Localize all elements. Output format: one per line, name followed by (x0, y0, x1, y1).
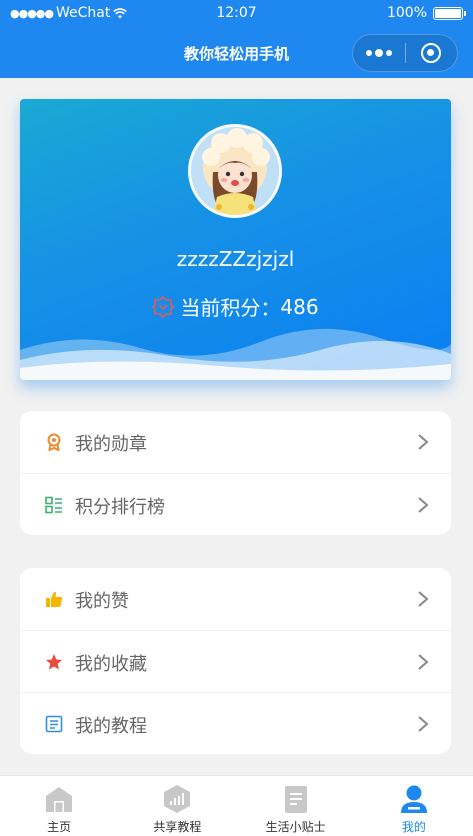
chevron-right-icon (418, 591, 429, 607)
tips-icon (284, 786, 307, 813)
tab-label: 我的 (401, 820, 426, 834)
star-icon (46, 654, 62, 670)
points-badge-icon (152, 295, 175, 318)
avatar[interactable] (188, 124, 282, 218)
profile-card: zzzzZZzjzjzl 当前积分： 486 (20, 99, 451, 380)
tab-label: 生活小贴士 (265, 820, 326, 834)
tab-life-tips[interactable]: 生活小贴士 (237, 776, 355, 836)
medal-icon (47, 433, 61, 451)
more-dot-icon (386, 50, 392, 56)
chevron-right-icon (418, 654, 429, 670)
tab-home[interactable]: 主页 (0, 776, 118, 836)
navigation-bar: 教你轻松用手机 (0, 28, 473, 78)
chevron-right-icon (418, 497, 429, 513)
username: zzzzZZzjzjzl (176, 247, 295, 271)
menu-item-label: 我的赞 (75, 591, 129, 612)
menu-item-label: 积分排行榜 (75, 497, 165, 518)
profile-icon (400, 785, 427, 813)
menu-item-my-likes[interactable]: 我的赞 (20, 568, 451, 630)
tab-shared-tutorials[interactable]: 共享教程 (118, 776, 236, 836)
menu-item-points-ranking[interactable]: 积分排行榜 (20, 473, 451, 535)
menu-group-personal: 我的赞 我的收藏 我的教程 (20, 568, 451, 754)
status-bar: ●●●●● WeChat 12:07 100% (0, 0, 473, 28)
more-options-button[interactable] (353, 49, 405, 57)
share-tutorial-icon (164, 785, 191, 813)
tab-label: 主页 (47, 820, 72, 834)
avatar-illustration (191, 127, 279, 215)
close-mini-program-button[interactable] (406, 43, 457, 63)
tab-mine[interactable]: 我的 (355, 776, 473, 836)
more-dot-icon (366, 50, 372, 56)
points-display: 当前积分： 486 (20, 292, 451, 321)
tab-label: 共享教程 (153, 820, 202, 834)
decorative-waves (20, 328, 451, 380)
battery-percent: 100% (386, 5, 427, 21)
tutorial-icon (45, 715, 63, 733)
close-target-icon (421, 43, 442, 63)
menu-group-achievements: 我的勋章 积分排行榜 (20, 411, 451, 535)
ranking-list-icon (45, 496, 62, 514)
mini-program-capsule (352, 34, 458, 72)
menu-item-label: 我的勋章 (75, 434, 147, 455)
thumbs-up-icon (46, 591, 63, 607)
battery-icon (433, 6, 466, 20)
home-icon (46, 787, 73, 812)
points-label: 当前积分： (180, 296, 281, 320)
points-value: 486 (280, 294, 319, 319)
menu-item-label: 我的收藏 (75, 654, 147, 675)
more-dot-icon (375, 49, 383, 57)
chevron-right-icon (418, 716, 429, 732)
menu-item-my-medals[interactable]: 我的勋章 (20, 411, 451, 473)
menu-item-my-favorites[interactable]: 我的收藏 (20, 630, 451, 692)
menu-item-my-tutorials[interactable]: 我的教程 (20, 692, 451, 754)
status-right: 100% (386, 5, 466, 21)
tab-bar: 主页 共享教程 生活小贴士 我的 (0, 775, 473, 836)
menu-item-label: 我的教程 (75, 716, 147, 737)
chevron-right-icon (418, 434, 429, 450)
